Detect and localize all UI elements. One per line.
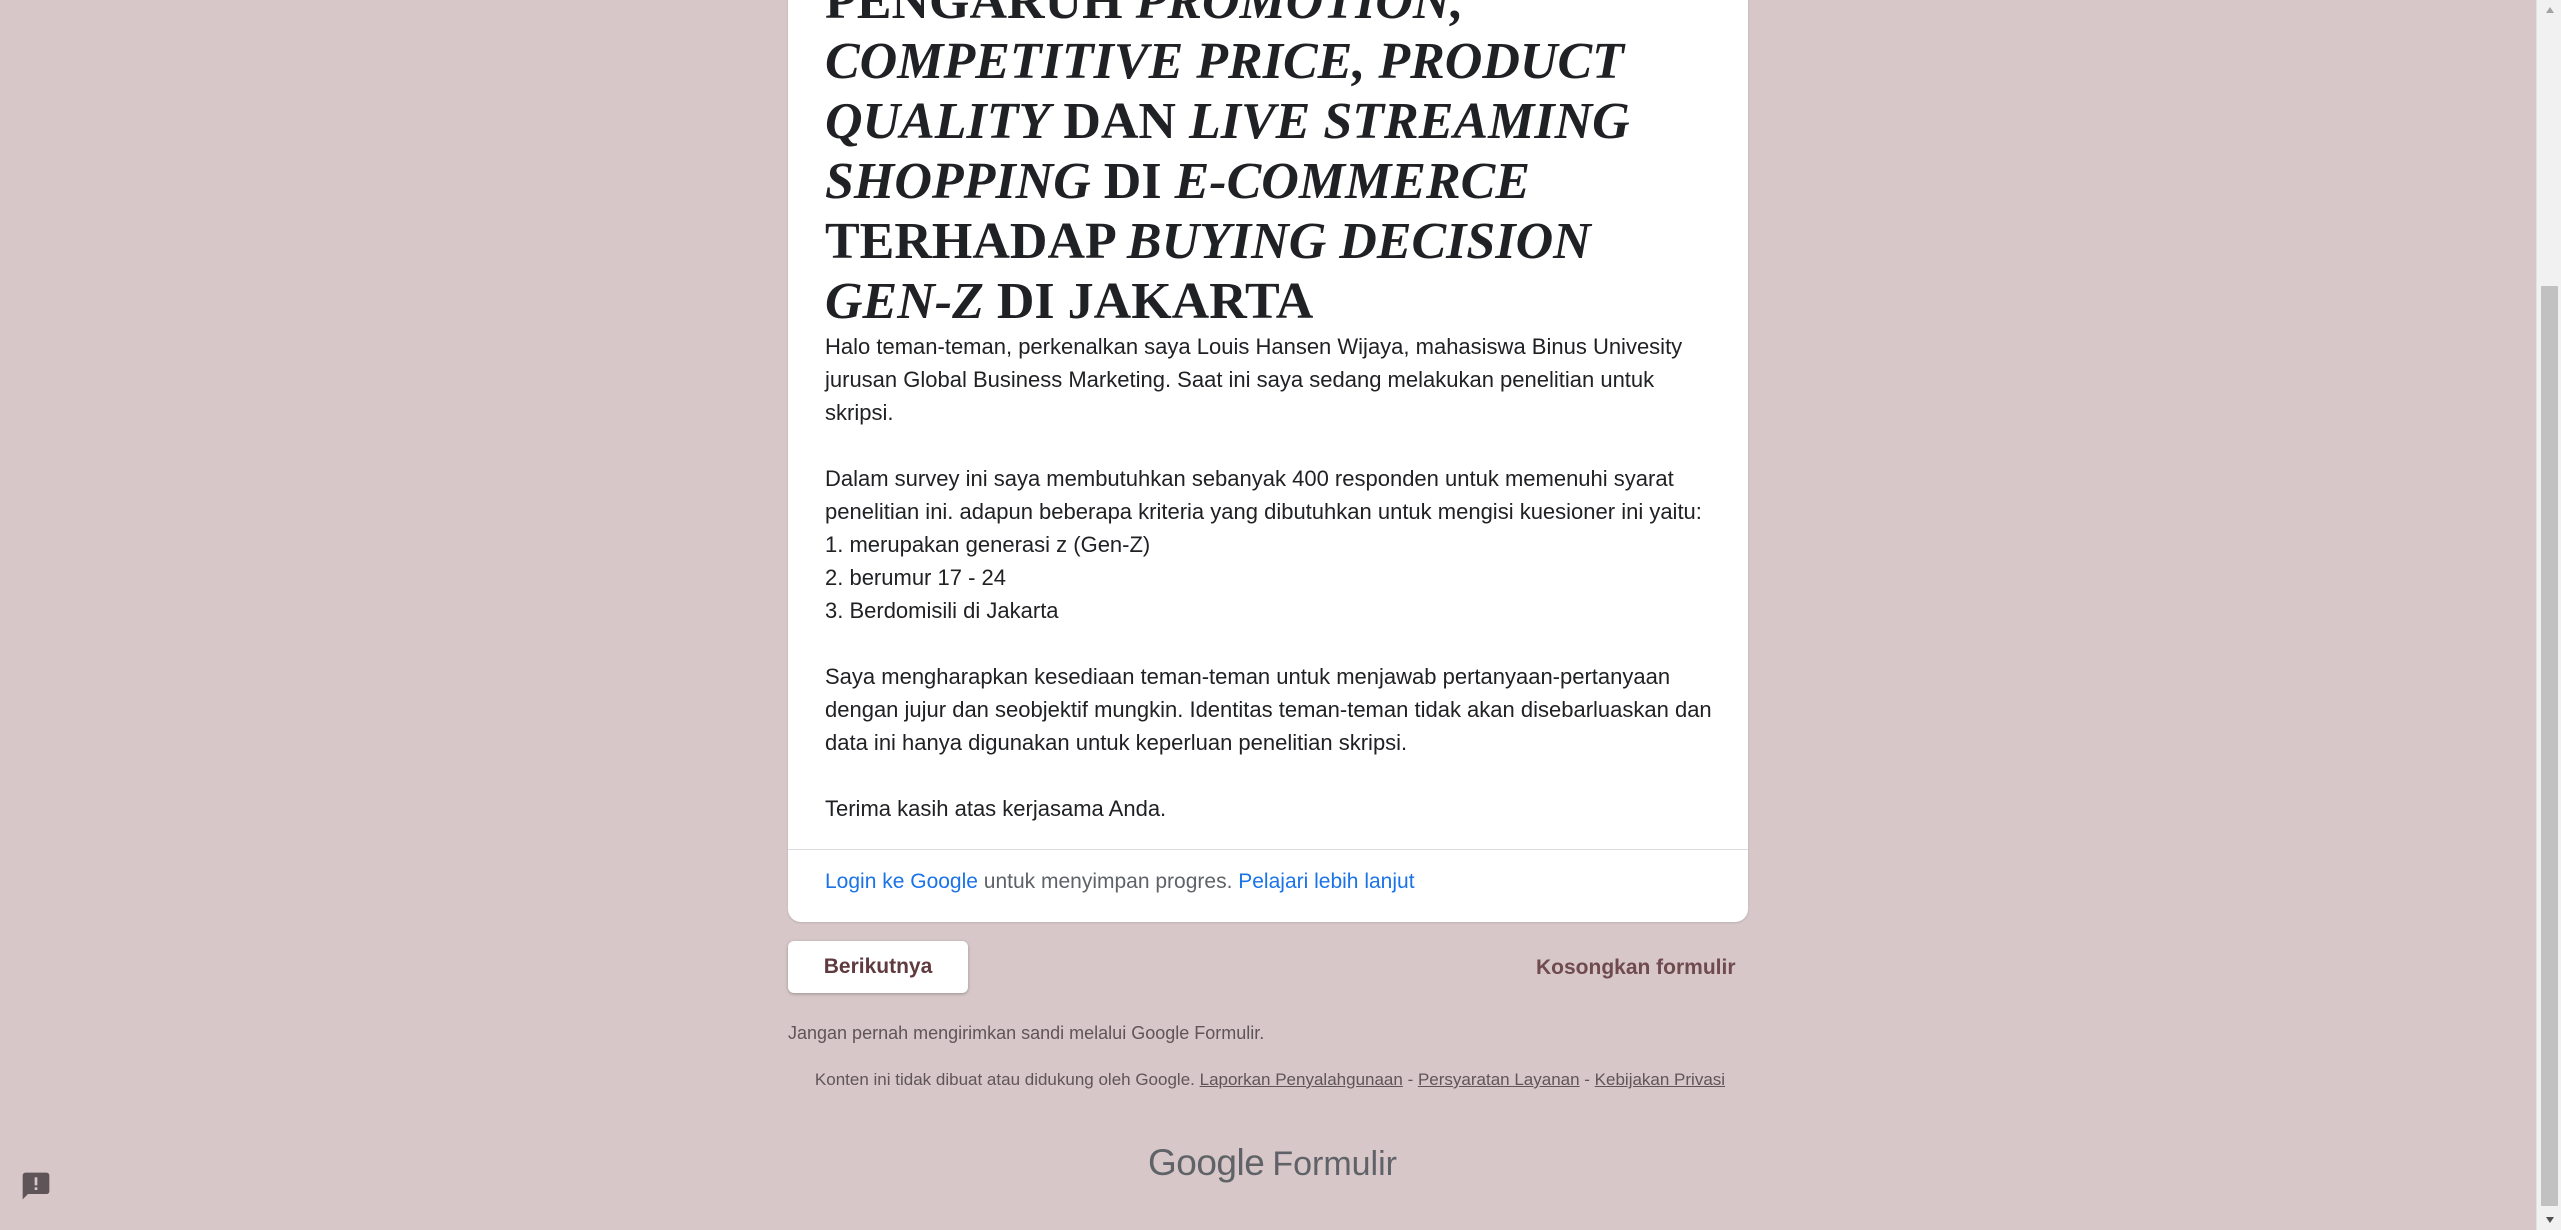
- separator: -: [1402, 1070, 1418, 1089]
- report-abuse-link[interactable]: Laporkan Penyalahgunaan: [1200, 1070, 1403, 1089]
- form-card: PENGARUH PROMOTION, COMPETITIVE PRICE, P…: [788, 0, 1748, 922]
- scroll-up-button[interactable]: [2537, 0, 2561, 20]
- next-button[interactable]: Berikutnya: [788, 941, 968, 993]
- title-text: DI JAKARTA: [983, 273, 1314, 330]
- title-text: DI: [1090, 153, 1175, 210]
- brand-product-text: Formulir: [1272, 1145, 1397, 1183]
- google-forms-logo[interactable]: Google Formulir: [1148, 1142, 1397, 1186]
- form-title: PENGARUH PROMOTION, COMPETITIVE PRICE, P…: [825, 0, 1725, 332]
- arrow-down-icon: [2545, 1211, 2555, 1229]
- arrow-up-icon: [2545, 1, 2555, 19]
- title-text-italic: E-COMMERCE: [1174, 153, 1531, 210]
- privacy-link[interactable]: Kebijakan Privasi: [1595, 1070, 1725, 1089]
- separator: -: [1579, 1070, 1595, 1089]
- password-warning: Jangan pernah mengirimkan sandi melalui …: [788, 1023, 1265, 1043]
- vertical-scrollbar[interactable]: [2536, 0, 2561, 1230]
- login-link[interactable]: Login ke Google: [825, 870, 978, 893]
- disclaimer-text: Konten ini tidak dibuat atau didukung ol…: [814, 1070, 1200, 1089]
- title-text: PENGARUH: [825, 0, 1136, 30]
- brand-google-text: Google: [1148, 1142, 1265, 1183]
- terms-link[interactable]: Persyaratan Layanan: [1418, 1070, 1580, 1089]
- title-text: DAN: [1050, 93, 1189, 150]
- login-notice: Login ke Google untuk menyimpan progres.…: [825, 868, 1415, 896]
- footer-disclaimer: Konten ini tidak dibuat atau didukung ol…: [800, 1069, 1740, 1091]
- scrollbar-thumb[interactable]: [2541, 286, 2558, 1206]
- divider: [788, 849, 1748, 850]
- scroll-down-button[interactable]: [2537, 1210, 2561, 1230]
- learn-more-link[interactable]: Pelajari lebih lanjut: [1238, 870, 1414, 893]
- report-icon: [20, 1170, 52, 1207]
- report-button[interactable]: [18, 1170, 54, 1206]
- title-text: TERHADAP: [825, 213, 1127, 270]
- form-description: Halo teman-teman, perkenalkan saya Louis…: [825, 334, 1712, 821]
- login-notice-text: untuk menyimpan progres.: [977, 870, 1239, 893]
- clear-form-button[interactable]: Kosongkan formulir: [1530, 950, 1742, 986]
